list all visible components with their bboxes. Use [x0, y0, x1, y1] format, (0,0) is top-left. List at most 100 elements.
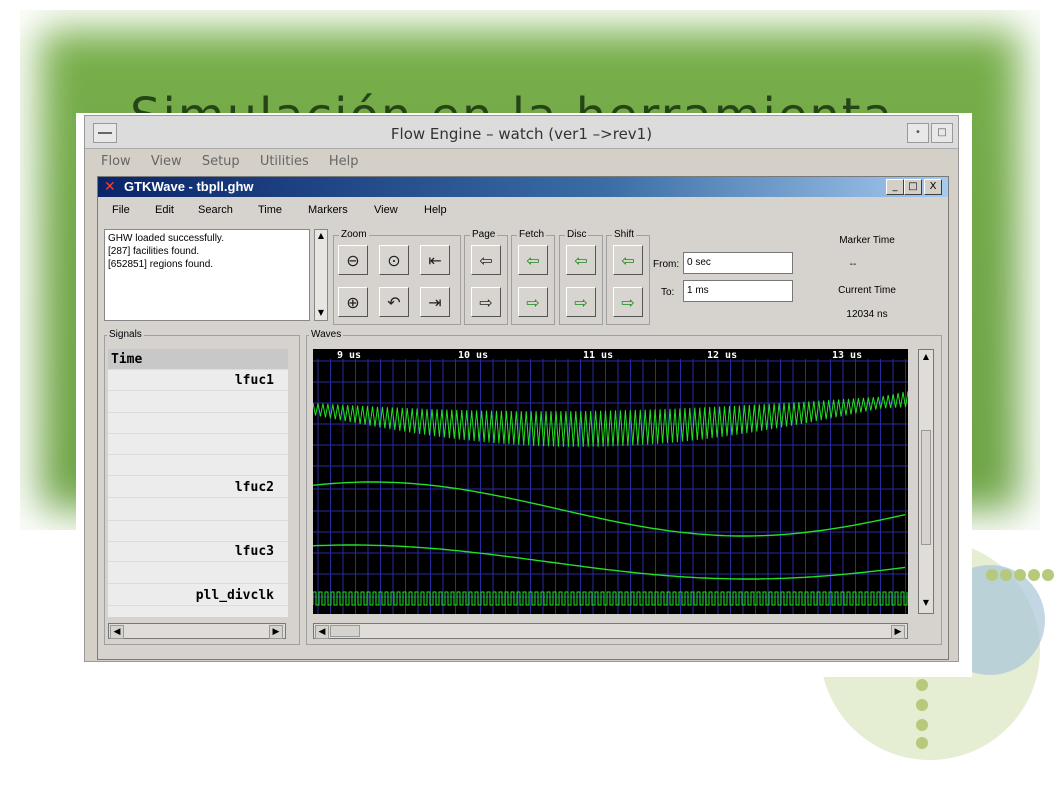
from-time-input[interactable]: 0 sec — [683, 252, 793, 274]
scroll-left-icon[interactable]: ◀ — [110, 625, 124, 639]
signal-row-blank — [108, 433, 288, 455]
jump-end-icon: ⇥ — [428, 292, 442, 312]
signal-lfuc3[interactable]: lfuc3 — [108, 541, 288, 562]
time-tick-label: 12 us — [707, 350, 737, 361]
fe-menu-setup[interactable]: Setup — [202, 154, 240, 169]
flow-engine-titlebar: Flow Engine – watch (ver1 –>rev1) • □ — [85, 116, 958, 149]
signal-row-blank — [108, 412, 288, 434]
page-right-icon: ⇨ — [479, 292, 493, 312]
menu-view[interactable]: View — [374, 204, 398, 216]
fe-menu-view[interactable]: View — [151, 154, 182, 169]
gtkwave-window: ✕ GTKWave - tbpll.ghw _ □ X File Edit Se… — [97, 176, 949, 660]
signal-lfuc2[interactable]: lfuc2 — [108, 477, 288, 498]
arrow-left-icon: ⇦ — [526, 250, 540, 270]
flow-engine-window: Flow Engine – watch (ver1 –>rev1) • □ Fl… — [84, 115, 959, 662]
minimize-icon[interactable]: _ — [886, 179, 904, 195]
disc-right-button[interactable]: ⇨ — [566, 287, 596, 317]
x-logo-icon: ✕ — [104, 179, 116, 195]
signals-label: Signals — [107, 329, 144, 340]
page-right-button[interactable]: ⇨ — [471, 287, 501, 317]
from-label: From: — [653, 259, 680, 270]
time-tick-label: 11 us — [583, 350, 613, 361]
marker-time-value: -- — [849, 259, 857, 270]
flow-engine-title: Flow Engine – watch (ver1 –>rev1) — [390, 125, 653, 143]
scroll-up-icon[interactable]: ▲ — [316, 231, 326, 241]
signal-header-time[interactable]: Time — [108, 349, 288, 370]
page-left-icon: ⇦ — [479, 250, 493, 270]
menu-time[interactable]: Time — [258, 204, 282, 216]
message-scrollbar[interactable]: ▲ ▼ — [314, 229, 328, 321]
waves-hscrollbar[interactable]: ◀ ▶ — [313, 623, 908, 639]
menu-help[interactable]: Help — [424, 204, 447, 216]
signals-hscrollbar[interactable]: ◀ ▶ — [108, 623, 286, 639]
fetch-label: Fetch — [517, 229, 547, 240]
menu-file[interactable]: File — [112, 204, 130, 216]
marker-time-label: Marker Time — [839, 235, 895, 246]
to-label: To: — [661, 287, 675, 298]
scroll-down-icon[interactable]: ▼ — [316, 308, 326, 318]
time-tick-label: 10 us — [458, 350, 488, 361]
current-time-value: 12034 ns — [846, 309, 888, 320]
disc-label: Disc — [565, 229, 589, 240]
scroll-down-icon[interactable]: ▼ — [921, 598, 931, 608]
signal-row-blank — [108, 454, 288, 476]
scroll-thumb[interactable] — [921, 430, 931, 545]
menu-markers[interactable]: Markers — [308, 204, 348, 216]
waves-label: Waves — [309, 329, 344, 340]
wave-lfuc2 — [313, 481, 906, 537]
signal-lfuc1[interactable]: lfuc1 — [108, 370, 288, 391]
gtkwave-titlebar: ✕ GTKWave - tbpll.ghw _ □ X — [98, 177, 948, 197]
jump-start-icon: ⇤ — [428, 250, 442, 270]
zoom-fit-icon: ⊙ — [387, 250, 401, 270]
arrow-left-icon: ⇦ — [621, 250, 635, 270]
waveform-canvas[interactable]: 9 us 10 us 11 us 12 us 13 us — [313, 349, 908, 614]
signal-row-blank — [108, 562, 288, 584]
message-line: GHW loaded successfully. — [108, 233, 224, 244]
zoom-end-button[interactable]: ⇥ — [420, 287, 450, 317]
to-time-input[interactable]: 1 ms — [683, 280, 793, 302]
fe-menu-utilities[interactable]: Utilities — [260, 154, 309, 169]
maximize-icon[interactable]: □ — [931, 123, 953, 143]
flow-engine-menubar: Flow View Setup Utilities Help — [85, 154, 359, 172]
menu-edit[interactable]: Edit — [155, 204, 174, 216]
message-log: GHW loaded successfully. [287] facilitie… — [104, 229, 310, 321]
fetch-right-button[interactable]: ⇨ — [518, 287, 548, 317]
disc-left-button[interactable]: ⇦ — [566, 245, 596, 275]
zoom-label: Zoom — [339, 229, 369, 240]
gtkwave-title: GTKWave - tbpll.ghw — [124, 179, 254, 194]
zoom-in-button[interactable]: ⊕ — [338, 287, 368, 317]
scroll-thumb[interactable] — [330, 625, 360, 637]
time-tick-label: 13 us — [832, 350, 862, 361]
zoom-start-button[interactable]: ⇤ — [420, 245, 450, 275]
close-icon[interactable]: X — [924, 179, 942, 195]
minimize-icon[interactable]: • — [907, 123, 929, 143]
zoom-in-icon: ⊕ — [346, 292, 360, 312]
message-line: [652851] regions found. — [108, 259, 214, 270]
message-line: [287] facilities found. — [108, 246, 200, 257]
fetch-left-button[interactable]: ⇦ — [518, 245, 548, 275]
zoom-undo-button[interactable]: ↶ — [379, 287, 409, 317]
undo-icon: ↶ — [387, 292, 401, 312]
zoom-fit-button[interactable]: ⊙ — [379, 245, 409, 275]
scroll-left-icon[interactable]: ◀ — [315, 625, 329, 639]
scroll-up-icon[interactable]: ▲ — [921, 352, 931, 362]
fe-menu-flow[interactable]: Flow — [101, 154, 131, 169]
waves-vscrollbar[interactable]: ▲ ▼ — [918, 349, 934, 614]
arrow-right-icon: ⇨ — [574, 292, 588, 312]
signal-row-blank — [108, 499, 288, 521]
scroll-right-icon[interactable]: ▶ — [891, 625, 905, 639]
shift-label: Shift — [612, 229, 637, 240]
fe-menu-help[interactable]: Help — [329, 154, 359, 169]
signal-pll-divclk[interactable]: pll_divclk — [108, 585, 288, 606]
signal-list: Time lfuc1 lfuc2 lfuc3 pll_divclk — [108, 349, 288, 617]
menu-search[interactable]: Search — [198, 204, 233, 216]
maximize-icon[interactable]: □ — [904, 179, 922, 195]
page-left-button[interactable]: ⇦ — [471, 245, 501, 275]
signal-row-blank — [108, 520, 288, 542]
shift-left-button[interactable]: ⇦ — [613, 245, 643, 275]
zoom-out-button[interactable]: ⊖ — [338, 245, 368, 275]
scroll-right-icon[interactable]: ▶ — [269, 625, 283, 639]
shift-right-button[interactable]: ⇨ — [613, 287, 643, 317]
wave-display[interactable]: 9 us 10 us 11 us 12 us 13 us — [313, 349, 908, 614]
current-time-label: Current Time — [838, 285, 896, 296]
